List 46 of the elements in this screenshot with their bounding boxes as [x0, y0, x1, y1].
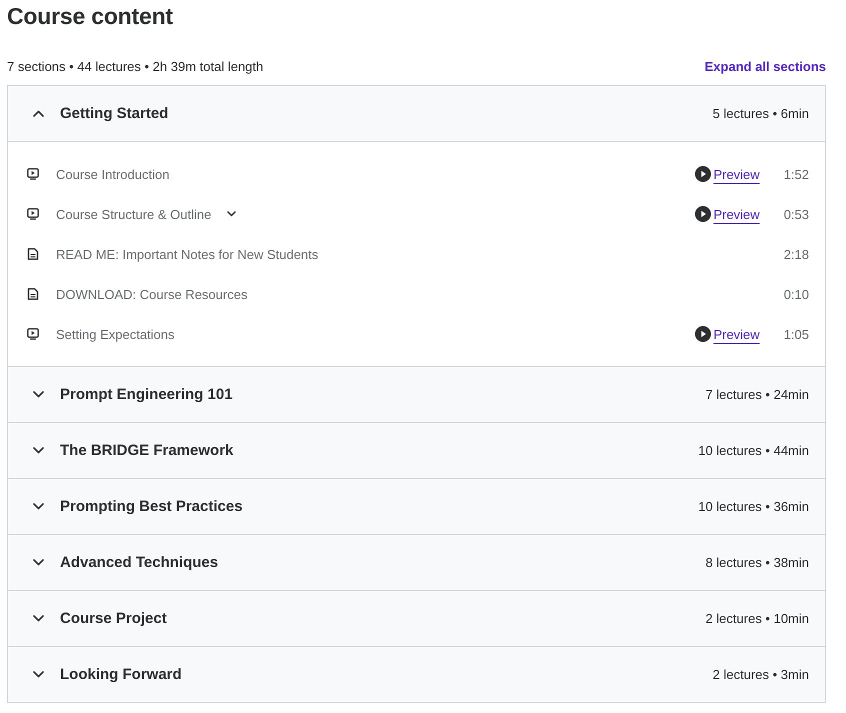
- section-meta: 7 lectures • 24min: [705, 387, 809, 402]
- play-icon: [695, 206, 712, 222]
- lecture-duration: 1:05: [784, 326, 809, 342]
- video-icon: [27, 208, 39, 220]
- lecture-duration: 2:18: [784, 246, 809, 262]
- section-title: Prompting Best Practices: [60, 498, 243, 515]
- section-title: Course Project: [60, 610, 167, 627]
- section-title: Prompt Engineering 101: [60, 386, 233, 403]
- lecture-title: DOWNLOAD: Course Resources: [56, 286, 248, 302]
- section-meta: 2 lectures • 3min: [712, 667, 809, 682]
- video-icon: [27, 328, 39, 340]
- section-title: The BRIDGE Framework: [60, 442, 234, 459]
- lecture-title: Course Structure & Outline: [56, 206, 212, 222]
- section-meta: 10 lectures • 44min: [698, 443, 809, 458]
- page-title: Course content: [7, 2, 174, 30]
- section-header[interactable]: Looking Forward 2 lectures • 3min: [8, 647, 825, 702]
- section-meta: 10 lectures • 36min: [698, 499, 809, 514]
- section-header[interactable]: The BRIDGE Framework 10 lectures • 44min: [8, 423, 825, 478]
- lecture-duration: 1:52: [784, 166, 809, 182]
- video-icon: [27, 168, 39, 180]
- section-header[interactable]: Course Project 2 lectures • 10min: [8, 591, 825, 646]
- lecture-title: Course Introduction: [56, 166, 170, 182]
- section-title: Looking Forward: [60, 666, 182, 683]
- document-icon: [27, 288, 39, 300]
- section-header[interactable]: Prompt Engineering 101 7 lectures • 24min: [8, 367, 825, 422]
- section-title: Getting Started: [60, 105, 168, 122]
- play-icon: [695, 166, 712, 182]
- chevron-down-icon[interactable]: [227, 211, 236, 217]
- expand-all-link[interactable]: Expand all sections: [704, 58, 826, 74]
- section-title: Advanced Techniques: [60, 554, 218, 571]
- section-meta: 8 lectures • 38min: [705, 555, 809, 570]
- section-meta: 2 lectures • 10min: [705, 611, 809, 626]
- lecture-title: Setting Expectations: [56, 326, 175, 342]
- course-summary: 7 sections • 44 lectures • 2h 39m total length: [7, 58, 264, 74]
- lecture-duration: 0:53: [784, 206, 809, 222]
- preview-link[interactable]: Preview: [695, 206, 760, 222]
- document-icon: [27, 248, 39, 260]
- section-header[interactable]: Getting Started 5 lectures • 6min: [8, 86, 825, 141]
- preview-link[interactable]: Preview: [695, 166, 760, 182]
- section-meta: 5 lectures • 6min: [712, 106, 809, 121]
- preview-link[interactable]: Preview: [695, 326, 760, 342]
- section-header[interactable]: Advanced Techniques 8 lectures • 38min: [8, 535, 825, 590]
- lecture-title: READ ME: Important Notes for New Students: [56, 246, 318, 262]
- lecture-duration: 0:10: [784, 286, 809, 302]
- section-header[interactable]: Prompting Best Practices 10 lectures • 36min: [8, 479, 825, 534]
- play-icon: [695, 326, 712, 342]
